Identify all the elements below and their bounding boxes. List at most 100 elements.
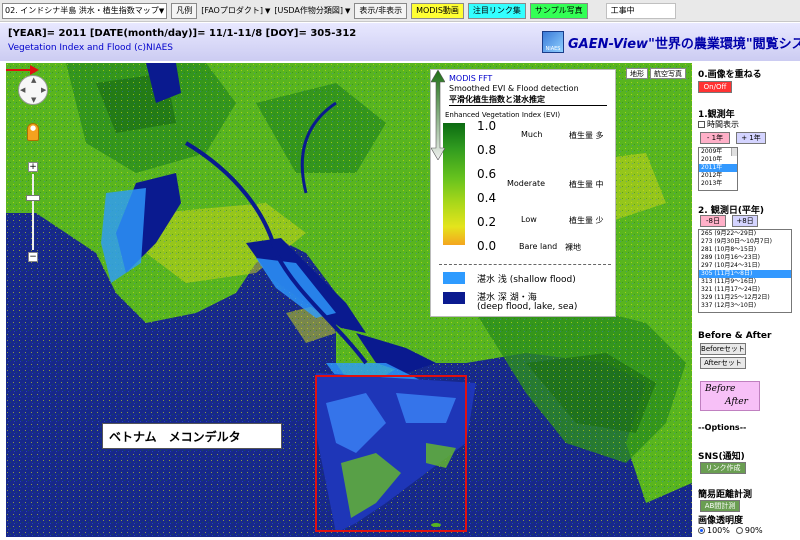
date-info: [YEAR]= 2011 [DATE(month/day)]= 11/1-11/… — [8, 28, 357, 39]
logo-text: NIAES — [545, 46, 561, 52]
legend-much: Much — [521, 130, 543, 139]
shallow-flood-swatch — [443, 272, 465, 284]
opacity-options: 100% 90% — [698, 526, 763, 535]
status-value: 工事中 — [610, 6, 635, 15]
brand-name: GAEN-View — [568, 37, 649, 52]
chevron-down-icon: ▼ — [264, 6, 271, 15]
year-option[interactable]: 2010年 — [699, 156, 737, 164]
map-view[interactable]: ▲ ◀ ▶ ▼ ● + − 地形 航空写真 MODIS FFT Smoothed… — [6, 63, 692, 537]
opacity-heading: 画像透明度 — [698, 516, 744, 526]
info-header: [YEAR]= 2011 [DATE(month/day)]= 11/1-11/… — [0, 23, 800, 61]
opacity-100-label: 100% — [707, 526, 730, 535]
chevron-down-icon: ▼ — [345, 6, 351, 15]
fao-product-menu[interactable]: [FAOプロダクト] ▼ — [201, 5, 270, 16]
next-8day-button[interactable]: +8日 — [732, 215, 758, 227]
date-option[interactable]: 265 (9月22〜29日) — [699, 230, 791, 238]
legend-button[interactable]: 凡例 — [171, 2, 198, 19]
time-display-checkbox[interactable] — [698, 121, 705, 128]
map-type-terrain-button[interactable]: 地形 — [626, 68, 648, 79]
year-option-selected[interactable]: 2011年 — [699, 164, 737, 172]
modis-video-button[interactable]: MODIS動画 — [411, 2, 464, 19]
legend-bare-land-jp: 裸地 — [565, 243, 581, 252]
toggle-display-button[interactable]: 表示/非表示 — [354, 2, 408, 19]
arrow-right-icon — [6, 65, 39, 75]
top-toolbar: 02. インドシナ半島 洪水・植生指数マップ ▼ 凡例 [FAOプロダクト] ▼… — [0, 0, 800, 22]
after-set-button[interactable]: Afterセット — [700, 357, 746, 369]
zoom-in-button[interactable]: + — [28, 162, 38, 172]
evi-color-ramp — [443, 123, 465, 245]
map-legend: MODIS FFT Smoothed EVI & Flood detection… — [430, 69, 616, 317]
opacity-90-label: 90% — [744, 526, 763, 535]
legend-subtitle-jp: 平滑化植生指数と湛水推定 — [449, 95, 545, 104]
year-option[interactable]: 2013年 — [699, 180, 737, 188]
date-list[interactable]: 265 (9月22〜29日) 273 (9月30日〜10月7日) 281 (10… — [698, 229, 792, 313]
legend-low: Low — [521, 215, 537, 224]
time-display-option[interactable]: 時間表示 — [698, 119, 739, 130]
next-year-button[interactable]: + 1年 — [736, 132, 766, 144]
before-label: Before — [705, 384, 736, 394]
layer-select[interactable]: 02. インドシナ半島 洪水・植生指数マップ ▼ — [2, 2, 168, 19]
status-select[interactable]: 工事中 — [605, 2, 676, 19]
legend-veg-much: 植生量 多 — [569, 131, 604, 140]
zoom-slider-track[interactable] — [32, 174, 34, 250]
prev-8day-button[interactable]: -8日 — [700, 215, 726, 227]
legend-subtitle: Smoothed EVI & Flood detection — [449, 84, 579, 93]
legend-deep-flood-en: (deep flood, lake, sea) — [477, 302, 578, 312]
options-heading: --Options-- — [698, 423, 747, 432]
arrow-down-icon[interactable]: ▼ — [31, 96, 36, 104]
arrow-left-icon[interactable]: ◀ — [20, 86, 25, 94]
zoom-slider-thumb[interactable] — [26, 195, 40, 201]
legend-tick: 0.8 — [477, 143, 497, 157]
layer-credit: Vegetation Index and Flood (c)NIAES — [8, 43, 173, 53]
time-display-label: 時間表示 — [707, 120, 739, 129]
opacity-100-radio[interactable] — [698, 527, 705, 534]
sns-heading: SNS(通知) — [698, 452, 745, 462]
date-option[interactable]: 337 (12月3〜10日) — [699, 302, 791, 310]
legend-divider — [449, 105, 607, 106]
pan-control[interactable]: ▲ ◀ ▶ ▼ — [18, 75, 48, 105]
chevron-down-icon: ▼ — [158, 6, 165, 15]
fao-product-label: [FAOプロダクト] — [201, 6, 263, 15]
overlay-heading: 0.画像を重ねる — [698, 70, 762, 80]
date-option[interactable]: 281 (10月8〜15日) — [699, 246, 791, 254]
before-after-toggle[interactable]: Before After — [700, 381, 760, 411]
date-option[interactable]: 297 (10月24〜31日) — [699, 262, 791, 270]
usda-crop-menu[interactable]: [USDA作物分類図] ▼ — [274, 5, 350, 16]
featured-links-button[interactable]: 注目リンク集 — [467, 2, 526, 19]
map-type-satellite-button[interactable]: 航空写真 — [650, 68, 686, 79]
legend-tick: 0.4 — [477, 191, 497, 205]
system-title: GAEN-View"世界の農業環境"閲覧システム — [568, 33, 800, 52]
map-navigation-control: ▲ ◀ ▶ ▼ ● + − — [18, 75, 48, 275]
double-arrow-icon — [431, 70, 445, 160]
date-option[interactable]: 273 (9月30日〜10月7日) — [699, 238, 791, 246]
sample-photos-button[interactable]: サンプル写真 — [529, 2, 588, 19]
ab-measure-button[interactable]: AB間計測 — [700, 500, 740, 512]
zoom-out-button[interactable]: − — [28, 252, 38, 262]
legend-title: MODIS FFT — [449, 74, 493, 83]
prev-year-button[interactable]: - 1年 — [700, 132, 730, 144]
mekong-delta-label: ベトナム メコンデルタ — [102, 423, 282, 449]
opacity-90-radio[interactable] — [735, 527, 743, 534]
arrow-right-icon[interactable]: ▶ — [41, 86, 46, 94]
date-option[interactable]: 289 (10月16〜23日) — [699, 254, 791, 262]
legend-tick: 0.0 — [477, 239, 497, 253]
legend-tick: 1.0 — [477, 119, 497, 133]
date-option[interactable]: 321 (11月17〜24日) — [699, 286, 791, 294]
legend-dashed-divider — [439, 264, 611, 265]
year-list-scrollbar[interactable] — [731, 148, 737, 156]
usda-crop-label: [USDA作物分類図] — [274, 6, 344, 15]
street-view-pegman-icon[interactable]: ● — [27, 123, 39, 141]
date-option[interactable]: 329 (11月25〜12月2日) — [699, 294, 791, 302]
legend-veg-low: 植生量 少 — [569, 216, 604, 225]
arrow-up-icon[interactable]: ▲ — [31, 76, 36, 84]
after-label: After — [725, 397, 748, 407]
year-option[interactable]: 2012年 — [699, 172, 737, 180]
before-set-button[interactable]: Beforeセット — [700, 343, 746, 355]
link-create-button[interactable]: リンク作成 — [700, 462, 746, 474]
distance-heading: 簡易距離計測 — [698, 490, 753, 500]
date-option-selected[interactable]: 305 (11月1〜8日) — [699, 270, 791, 278]
date-option[interactable]: 313 (11月9〜16日) — [699, 278, 791, 286]
year-list[interactable]: 2009年 2010年 2011年 2012年 2013年 — [698, 147, 738, 191]
legend-evi-label: Enhanced Vegetation Index (EVI) — [445, 111, 561, 119]
overlay-onoff-button[interactable]: On/Off — [698, 81, 732, 93]
